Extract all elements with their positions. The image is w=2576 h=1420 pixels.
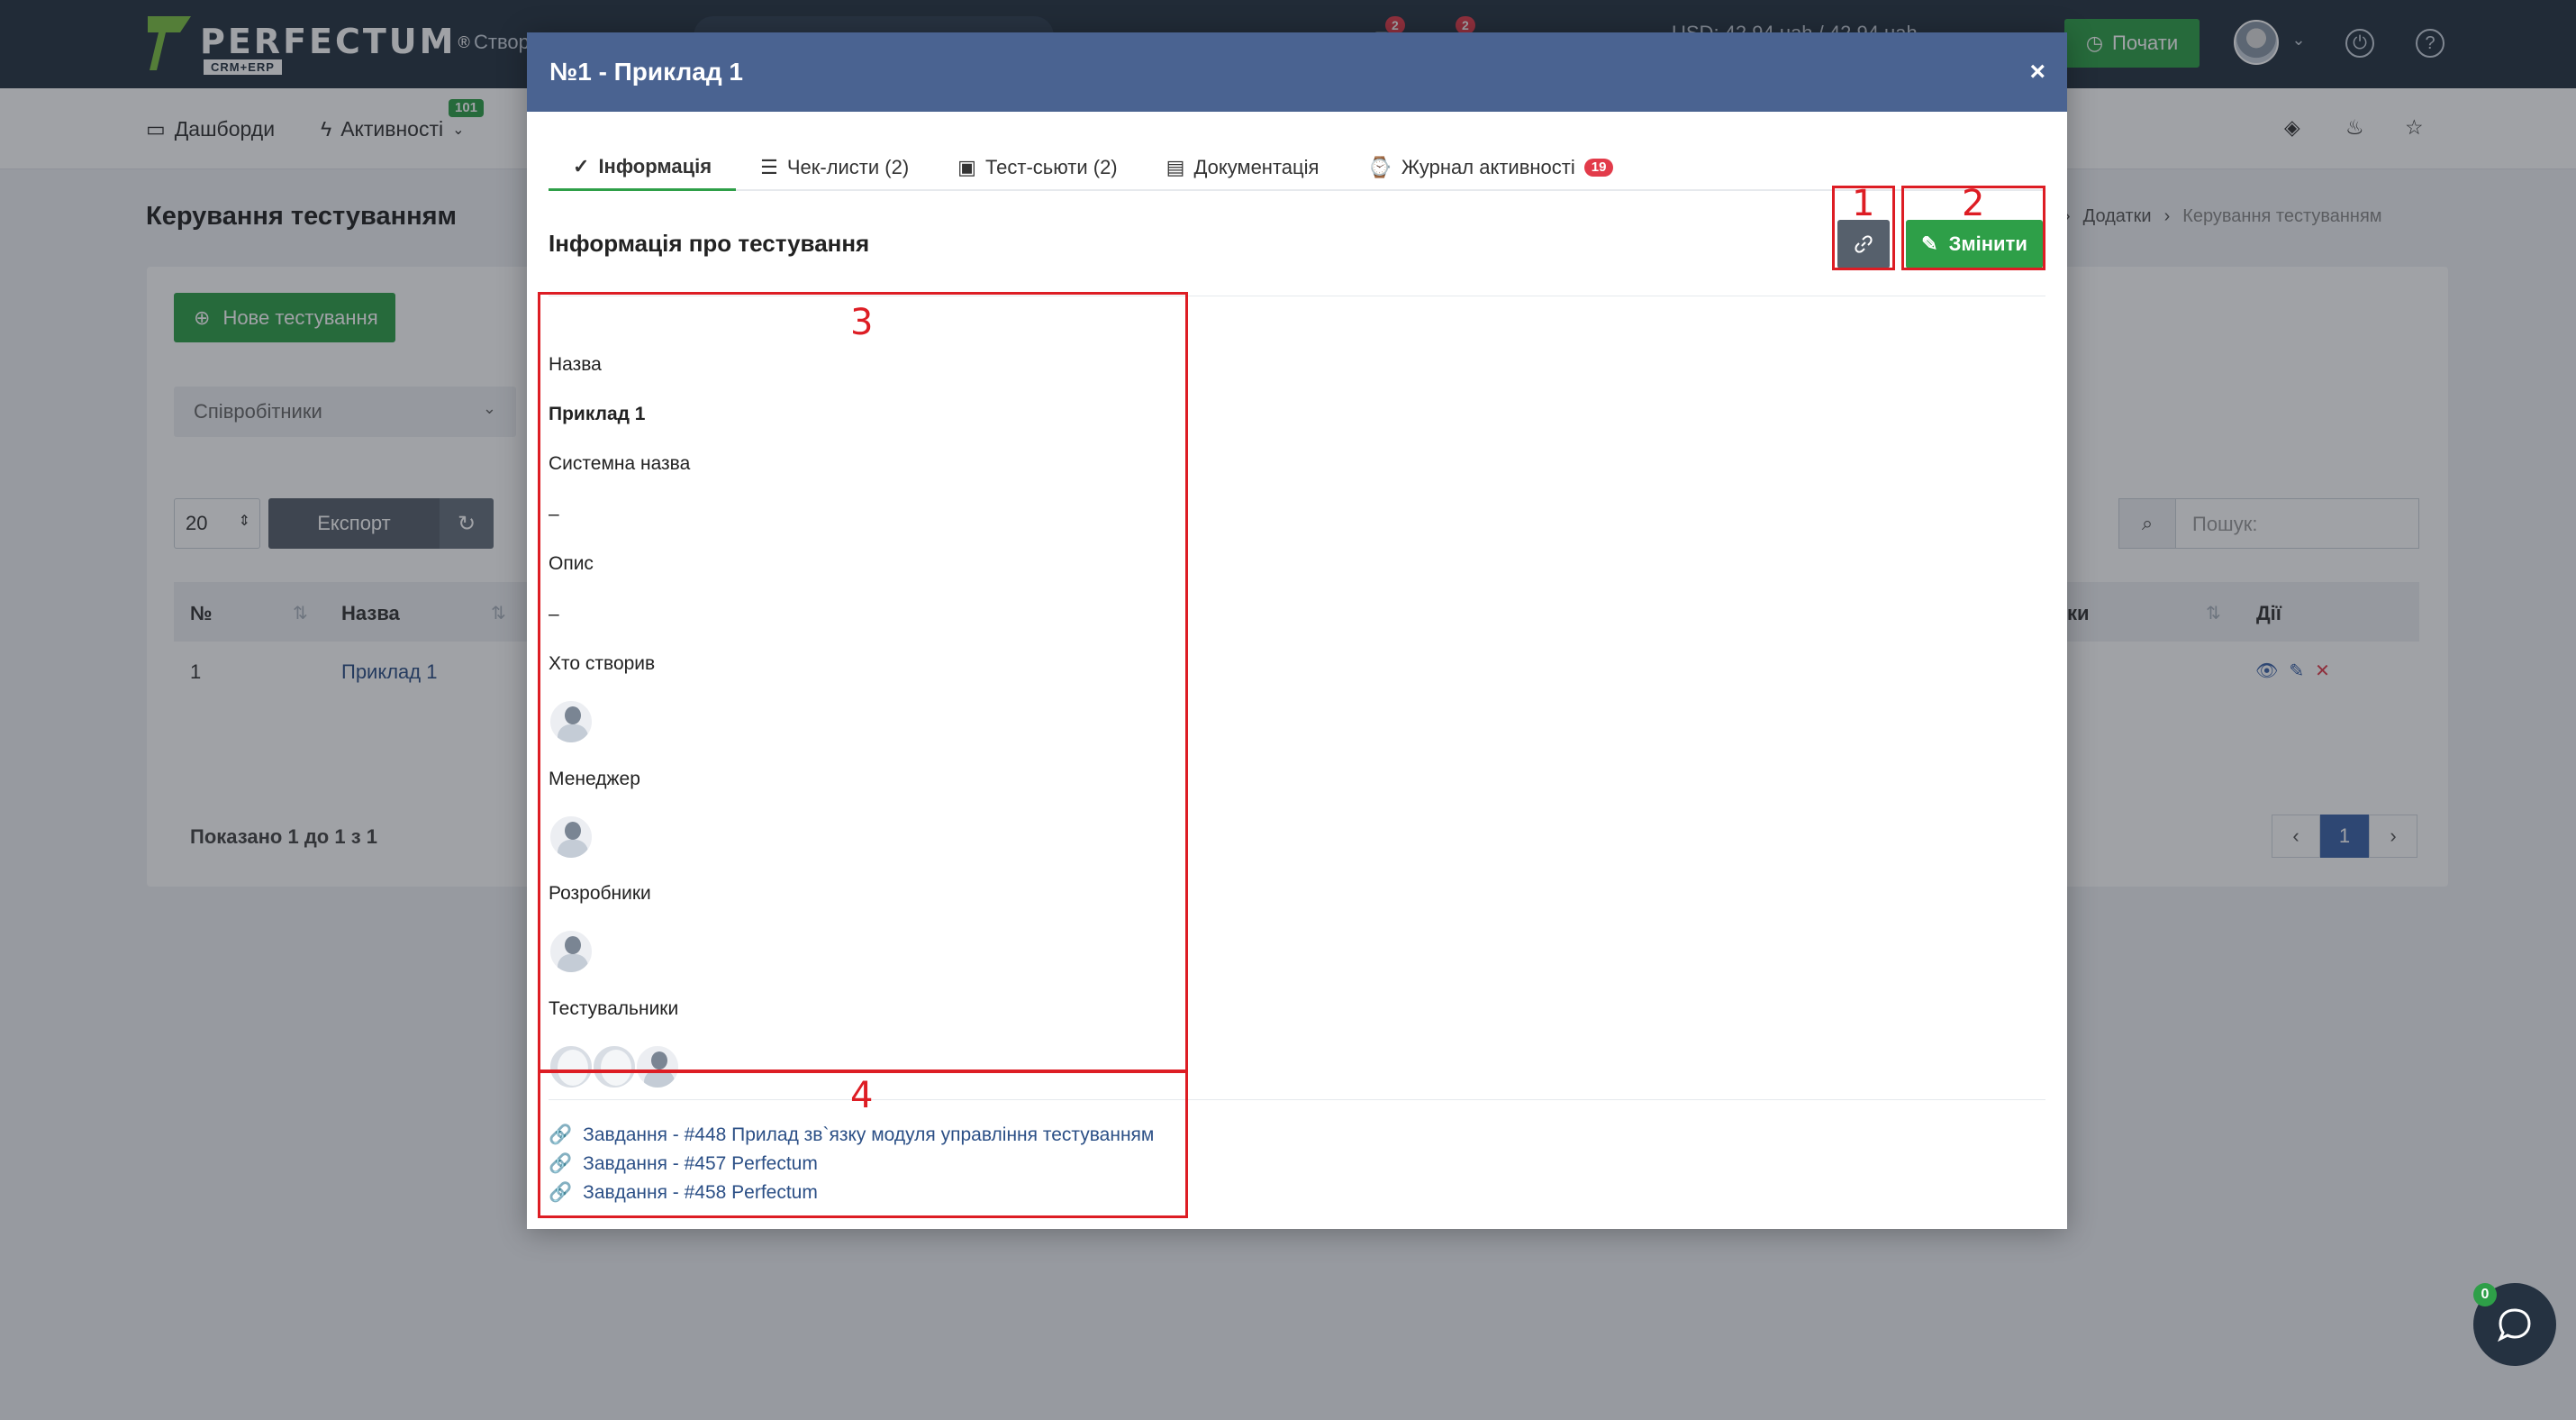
tab-label: Журнал активності: [1401, 156, 1575, 178]
tab-label: Тест-сьюти (2): [984, 156, 1118, 178]
tab-checklists[interactable]: ☰ Чек-листи (2): [736, 144, 933, 191]
annotation-number: 4: [850, 1075, 874, 1116]
annotation-number: 1: [1852, 183, 1875, 224]
tab-label: Документація: [1193, 156, 1320, 178]
modal-title: №1 - Приклад 1: [549, 58, 743, 86]
tab-activity-log[interactable]: ⌚ Журнал активності 19: [1343, 144, 1637, 191]
list-icon: ☰: [760, 156, 778, 178]
modal-tabs: ✓ Інформація ☰ Чек-листи (2) ▣ Тест-сьют…: [549, 144, 2045, 191]
tab-label: Інформація: [598, 154, 712, 178]
tab-documentation[interactable]: ▤ Документація: [1142, 144, 1344, 191]
watch-icon: ⌚: [1367, 156, 1392, 178]
tab-label: Чек-листи (2): [786, 156, 910, 178]
check-circle-icon: ✓: [573, 154, 590, 178]
briefcase-icon: ▣: [957, 156, 976, 178]
annotation-box: [538, 292, 1188, 1072]
chat-badge: 0: [2473, 1283, 2497, 1306]
chat-bubble-icon: [2498, 1308, 2531, 1343]
activity-log-badge: 19: [1583, 159, 1614, 177]
close-icon[interactable]: ×: [2029, 57, 2045, 87]
tab-test-suites[interactable]: ▣ Тест-сьюти (2): [933, 144, 1141, 191]
annotation-number: 3: [850, 302, 874, 343]
tab-information[interactable]: ✓ Інформація: [549, 144, 737, 191]
document-icon: ▤: [1166, 156, 1185, 178]
modal-header: №1 - Приклад 1 ×: [527, 32, 2067, 112]
section-title: Інформація про тестування: [549, 230, 870, 257]
annotation-number: 2: [1962, 183, 1985, 224]
